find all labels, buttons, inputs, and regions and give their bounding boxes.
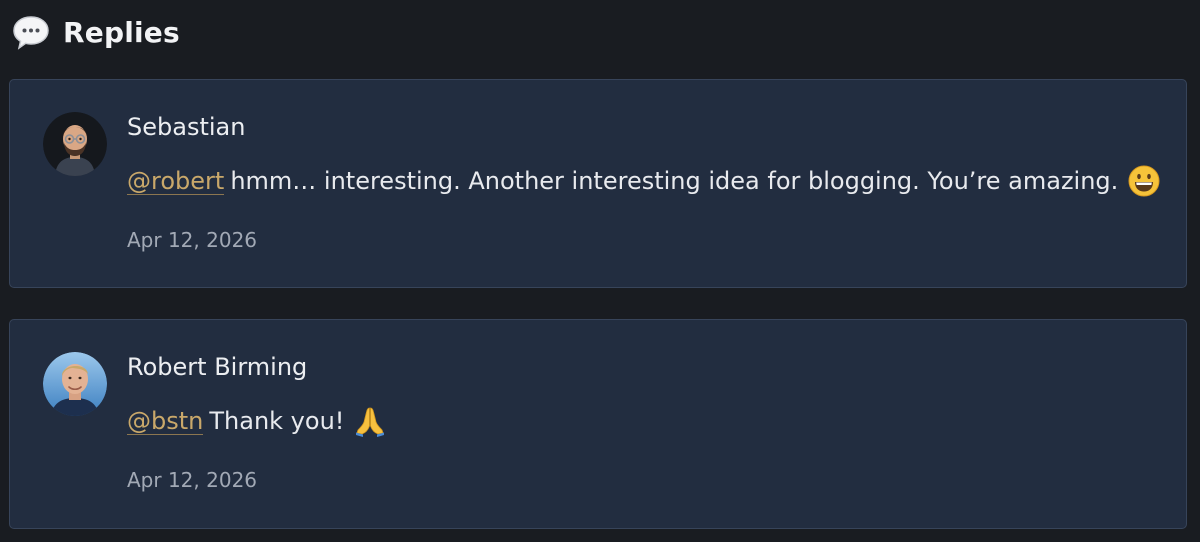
folded-hands-emoji (356, 407, 385, 437)
replies-title: Replies (63, 15, 180, 49)
reply-text: @robert hmm… interesting. Another intere… (127, 164, 1161, 198)
replies-page: Replies Sebastian @robert hmm… interesti… (0, 0, 1200, 542)
speech-bubble-icon (13, 16, 49, 50)
reply-message: Thank you! (209, 407, 345, 435)
author-name[interactable]: Sebastian (127, 113, 245, 141)
reply-text: @bstn Thank you! (127, 404, 387, 438)
reply-date: Apr 12, 2026 (127, 228, 258, 252)
mention-link[interactable]: @robert (127, 168, 225, 195)
reply-card: Sebastian @robert hmm… interesting. Anot… (9, 79, 1187, 288)
reply-message: hmm… interesting. Another interesting id… (230, 167, 1119, 195)
reply-date: Apr 12, 2026 (127, 468, 258, 492)
mention-link[interactable]: @bstn (127, 408, 204, 435)
author-name[interactable]: Robert Birming (127, 353, 307, 381)
grinning-face-emoji (1128, 165, 1160, 197)
memoji-avatar[interactable] (43, 112, 107, 176)
replies-header: Replies (11, 12, 180, 52)
photo-avatar[interactable] (43, 352, 107, 416)
reply-card: Robert Birming @bstn Thank you! Apr 12, … (9, 319, 1187, 529)
